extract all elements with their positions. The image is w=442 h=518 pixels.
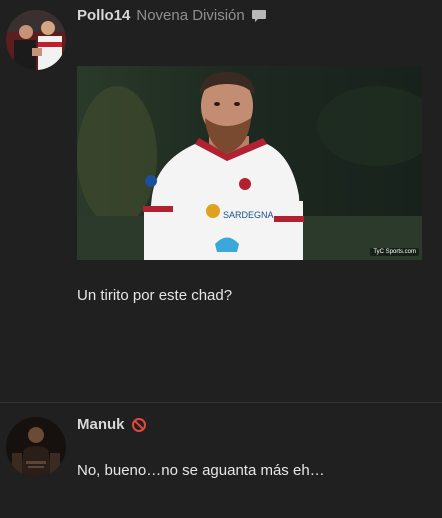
speech-bubble-icon [251,8,267,24]
ban-icon [131,417,147,433]
jersey-sponsor-text: SARDEGNA [223,210,274,220]
forum-post: Pollo14 Novena División SARDEGNA TyC Spo… [0,0,442,402]
avatar-image [6,417,66,477]
post-body: Un tirito por este chad? [77,287,233,304]
avatar-image [6,10,66,70]
post-body: No, bueno…no se aguanta más eh… [77,462,325,479]
post-header: Pollo14 Novena División [77,7,267,24]
username[interactable]: Pollo14 [77,7,130,24]
media-watermark: TyC Sports.com [370,248,419,256]
forum-post: Manuk No, bueno…no se aguanta más eh… [0,402,442,518]
avatar[interactable] [6,417,66,477]
player-photo: SARDEGNA [77,66,422,260]
username[interactable]: Manuk [77,416,125,433]
avatar[interactable] [6,10,66,70]
post-header: Manuk [77,416,147,433]
user-rank: Novena División [136,7,245,24]
post-image[interactable]: SARDEGNA TyC Sports.com [77,66,422,260]
